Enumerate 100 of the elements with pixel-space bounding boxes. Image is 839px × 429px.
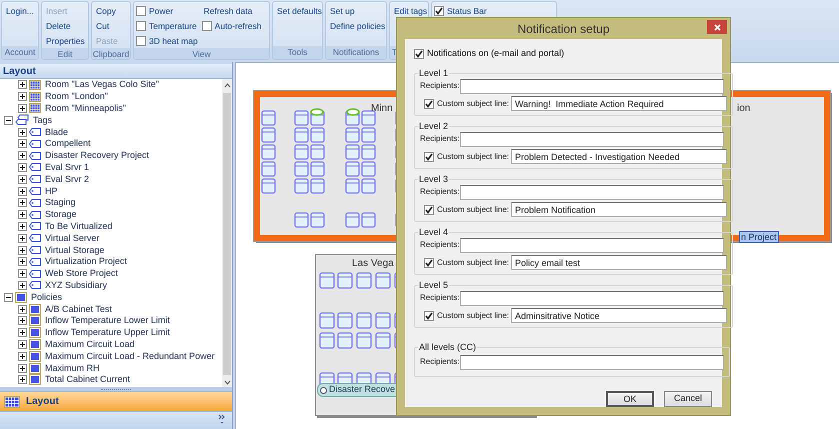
tree-item[interactable]: Virtual Server	[45, 232, 100, 244]
expand-icon[interactable]	[18, 174, 27, 184]
ribbon-button[interactable]: Set up	[327, 4, 358, 18]
ribbon-button[interactable]: Properties	[43, 34, 88, 48]
scrollbar-thumb[interactable]	[223, 93, 231, 375]
ribbon-button[interactable]: Edit tags	[391, 4, 428, 18]
nav-button[interactable]: Layout	[0, 391, 232, 412]
tree-item[interactable]: Disaster Recovery Project	[45, 150, 150, 162]
text-field[interactable]: Warning! Immediate Action Required	[511, 96, 727, 111]
checkbox-label[interactable]: Temperature	[149, 20, 197, 32]
checkbox[interactable]	[136, 36, 146, 46]
tree-item[interactable]: Virtual Storage	[45, 244, 104, 256]
tree-item[interactable]: Total Cabinet Current	[45, 374, 130, 386]
expand-icon[interactable]	[18, 257, 27, 266]
tree-item[interactable]: Tags	[33, 114, 52, 126]
checkbox-label[interactable]: Custom subject line:	[437, 310, 511, 322]
tree-item[interactable]: Blade	[45, 126, 68, 138]
tree-item[interactable]: Maximum Circuit Load - Redundant Power	[45, 350, 215, 362]
expand-icon[interactable]	[18, 316, 27, 326]
tree-item[interactable]: Policies	[31, 292, 62, 303]
tree-item[interactable]: Compellent	[45, 138, 91, 150]
text-field[interactable]: Problem Detected - Investigation Needed	[511, 149, 727, 164]
dialog-button[interactable]: Cancel	[664, 391, 712, 407]
checkbox-label[interactable]: Power	[149, 4, 174, 18]
text-field[interactable]	[460, 78, 724, 94]
checkbox-label[interactable]: Notifications on (e-mail and portal)	[427, 47, 564, 61]
ribbon-button[interactable]: Define policies	[327, 19, 386, 33]
scroll-up-icon[interactable]	[224, 83, 230, 88]
checkbox[interactable]	[434, 6, 444, 16]
text-field[interactable]: Policy email test	[511, 255, 727, 270]
expand-icon[interactable]	[18, 162, 27, 172]
expand-icon[interactable]	[18, 340, 27, 349]
tree-item[interactable]: Virtualization Project	[45, 256, 127, 268]
text-field[interactable]	[460, 132, 724, 146]
checkbox[interactable]	[424, 152, 434, 162]
tree-item[interactable]: Inflow Temperature Lower Limit	[45, 315, 170, 326]
ribbon-button[interactable]: Login...	[3, 4, 37, 18]
ribbon-button[interactable]: Copy	[93, 4, 119, 18]
close-button[interactable]	[707, 20, 727, 34]
checkbox-label[interactable]: Custom subject line:	[437, 204, 511, 216]
tree-item[interactable]: Inflow Temperature Upper Limit	[45, 327, 170, 338]
ribbon-button[interactable]: Set defaults	[274, 4, 322, 18]
chevron-icon[interactable]	[218, 414, 226, 424]
tree-item[interactable]: Maximum RH	[45, 362, 100, 374]
text-field[interactable]	[460, 354, 724, 370]
text-field[interactable]	[460, 290, 724, 306]
checkbox[interactable]	[424, 310, 434, 320]
expand-icon[interactable]	[18, 364, 27, 373]
text-field[interactable]: Problem Notification	[511, 202, 727, 217]
expand-icon[interactable]	[18, 186, 27, 196]
checkbox[interactable]	[424, 258, 434, 268]
checkbox-label[interactable]: Status Bar	[447, 4, 487, 18]
tree-item[interactable]: Maximum Circuit Load	[45, 338, 135, 350]
expand-icon[interactable]	[18, 222, 27, 231]
checkbox-label[interactable]: Custom subject line:	[437, 256, 511, 268]
expand-icon[interactable]	[18, 328, 27, 338]
checkbox[interactable]	[424, 204, 434, 214]
expand-icon[interactable]	[18, 104, 27, 113]
tree-item[interactable]: Storage	[45, 209, 77, 220]
scrollbar[interactable]	[222, 79, 232, 387]
tree-item[interactable]: Room "London"	[45, 91, 108, 102]
tree-item[interactable]: Room "Minneapolis"	[45, 102, 126, 114]
text-field[interactable]	[460, 238, 724, 252]
scroll-down-icon[interactable]	[224, 380, 230, 385]
checkbox[interactable]	[136, 6, 146, 16]
checkbox[interactable]	[424, 98, 434, 108]
tree-item[interactable]: Eval Srvr 2	[45, 174, 90, 185]
checkbox[interactable]	[202, 21, 212, 31]
checkbox-label[interactable]: Auto-refresh	[214, 20, 262, 32]
expand-icon[interactable]	[18, 304, 27, 314]
tree-item[interactable]: To Be Virtualized	[45, 220, 112, 232]
expand-icon[interactable]	[18, 269, 27, 278]
expand-icon[interactable]	[18, 198, 27, 208]
expand-icon[interactable]	[18, 139, 27, 148]
collapse-icon[interactable]	[4, 292, 13, 302]
expand-icon[interactable]	[18, 80, 27, 90]
expand-icon[interactable]	[18, 234, 27, 243]
expand-icon[interactable]	[18, 246, 27, 255]
checkbox-label[interactable]: Custom subject line:	[437, 150, 511, 162]
checkbox[interactable]	[136, 21, 146, 31]
tree-item[interactable]: HP	[45, 186, 58, 197]
expand-icon[interactable]	[18, 210, 27, 220]
expand-icon[interactable]	[18, 151, 27, 160]
tree-item[interactable]: Web Store Project	[45, 268, 118, 280]
tree-item[interactable]: Staging	[45, 197, 76, 208]
tag-label[interactable]: Disaster Recove	[317, 383, 398, 397]
ribbon-button[interactable]: Refresh data	[200, 4, 256, 18]
dialog-button[interactable]: OK	[606, 391, 654, 407]
expand-icon[interactable]	[18, 92, 27, 102]
checkbox-label[interactable]: Custom subject line:	[437, 98, 511, 110]
collapse-icon[interactable]	[4, 116, 13, 125]
tree-item[interactable]: XYZ Subsidiary	[45, 280, 108, 291]
text-field[interactable]: Adminsitrative Notice	[511, 308, 727, 323]
tag-label[interactable]: n Project	[739, 231, 779, 243]
checkbox-label[interactable]: 3D heat map	[149, 34, 198, 48]
ribbon-button[interactable]: Delete	[43, 19, 74, 33]
tree-item[interactable]: A/B Cabinet Test	[45, 304, 112, 315]
tree-item[interactable]: Room "Las Vegas Colo Site"	[45, 79, 159, 90]
text-field[interactable]	[460, 184, 724, 200]
tree-item[interactable]: Eval Srvr 1	[45, 162, 90, 173]
